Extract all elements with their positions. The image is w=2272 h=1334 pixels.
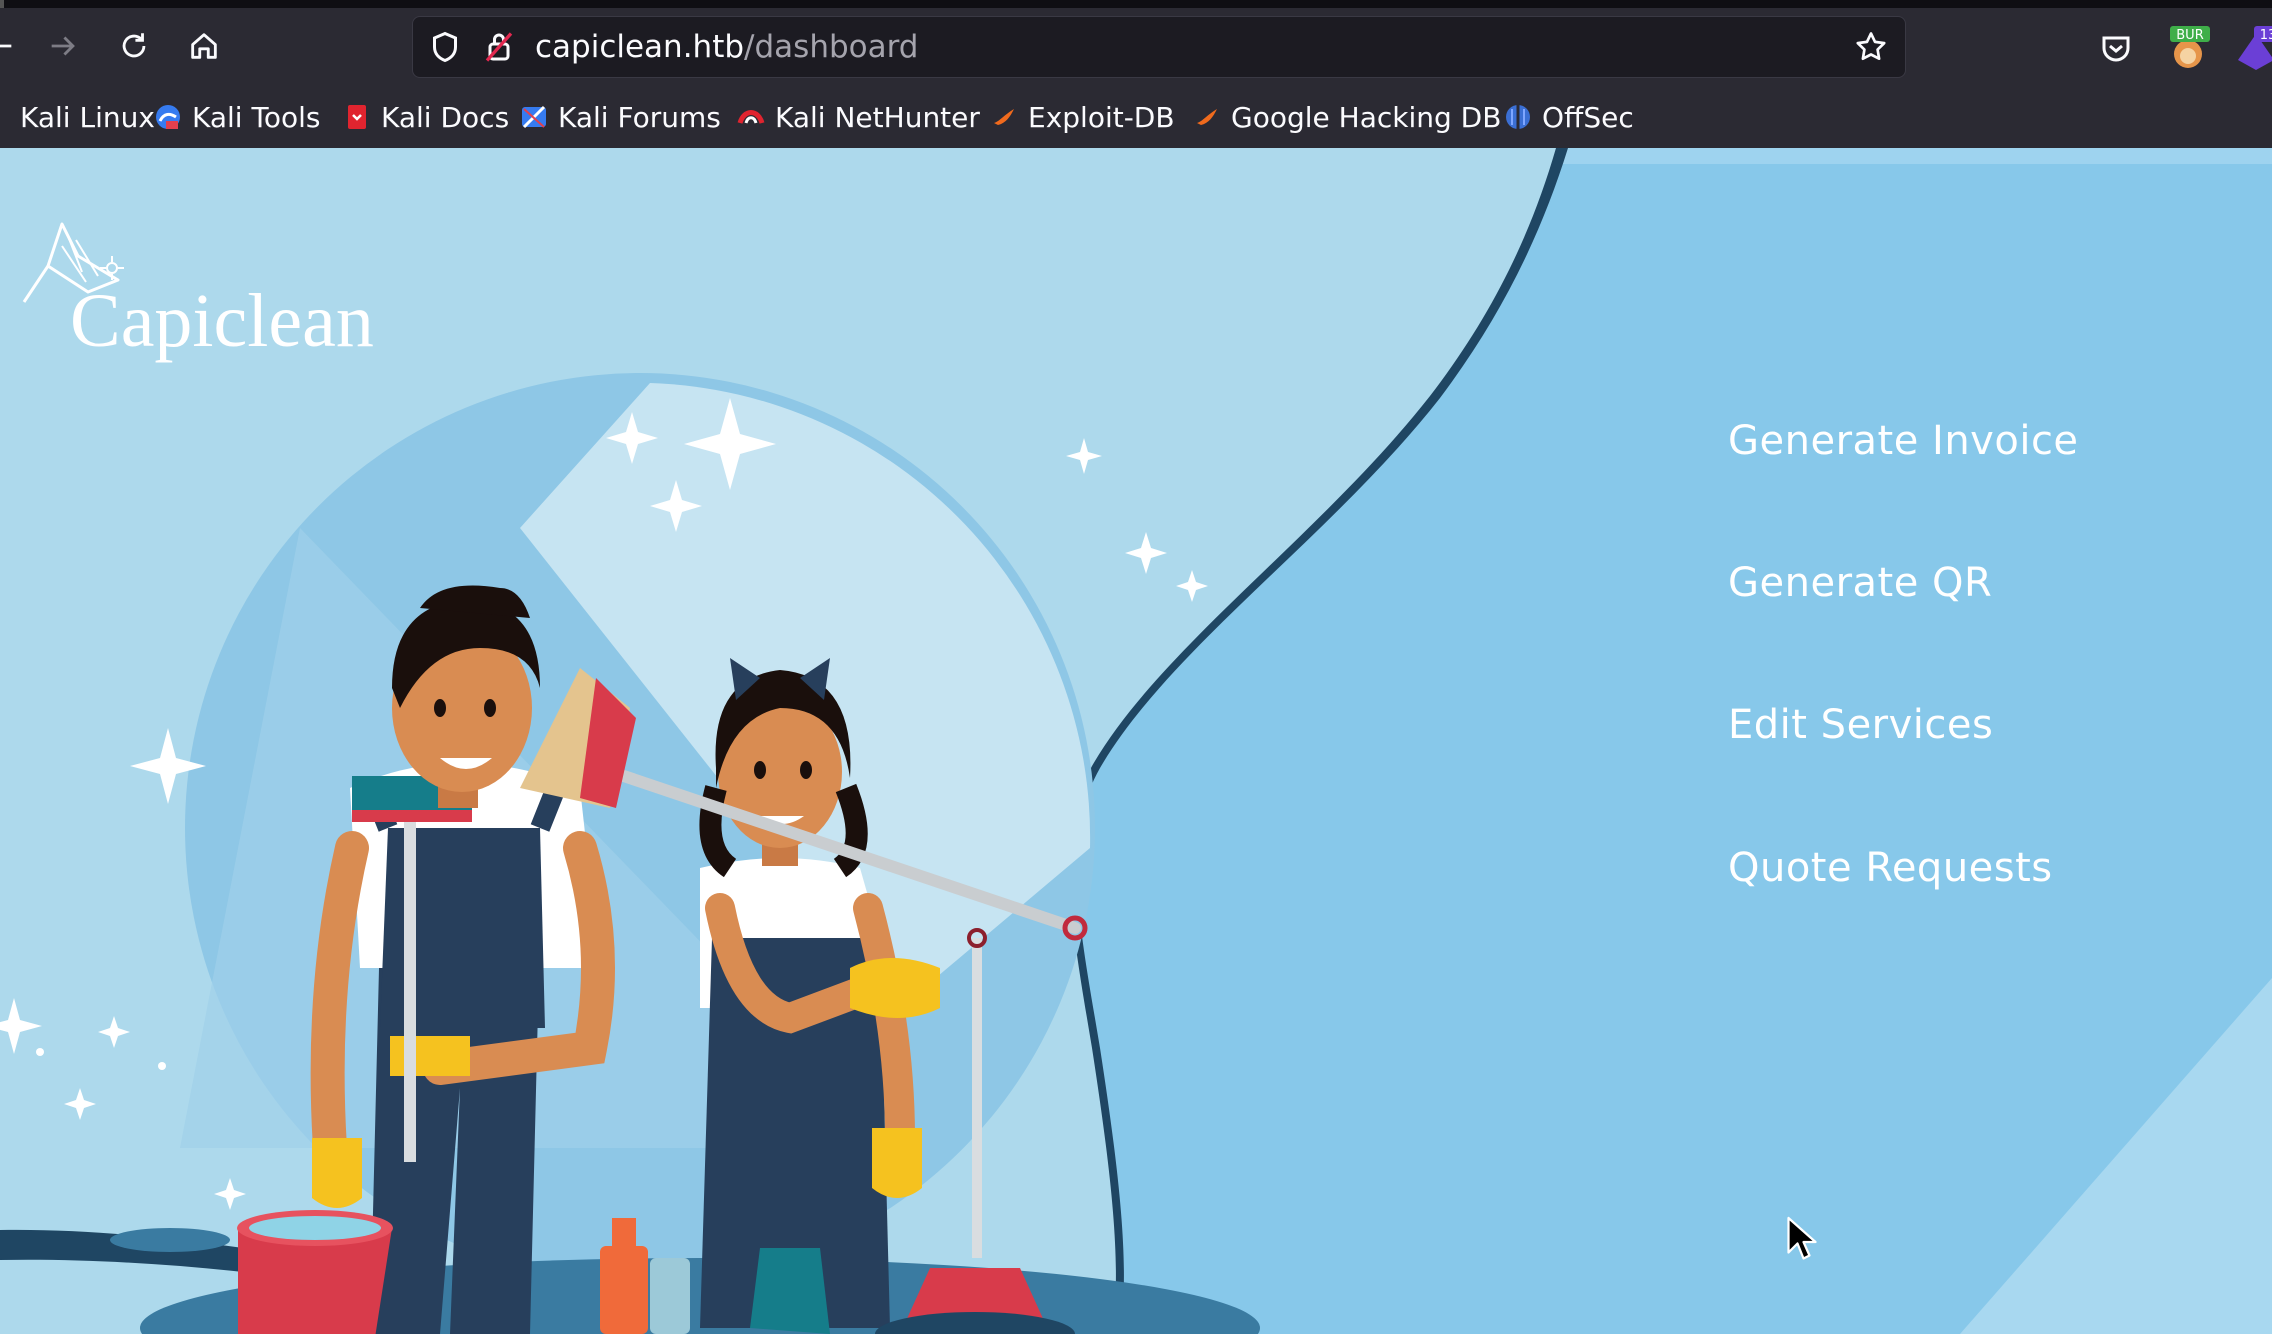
kali-tools-favicon: [156, 105, 180, 129]
reload-button[interactable]: [106, 18, 162, 74]
url-host: capiclean.htb: [535, 29, 745, 65]
burp-badge-text: BUR: [2176, 28, 2203, 43]
reload-icon: [122, 33, 146, 58]
bookmark-label: OffSec: [1542, 100, 1634, 134]
bookmark-kali-docs[interactable]: Kali Docs: [343, 94, 509, 140]
bookmark-kali-tools[interactable]: Kali Tools: [154, 94, 320, 140]
window-top-edge: [0, 0, 2272, 8]
kali-docs-favicon: [348, 105, 366, 129]
bookmark-label: Exploit-DB: [1028, 100, 1175, 134]
quote-requests-link[interactable]: Quote Requests: [1728, 845, 2053, 891]
bookmark-exploit-db[interactable]: Exploit-DB: [990, 94, 1175, 140]
bookmark-label: Kali NetHunter: [775, 100, 980, 134]
bookmark-label: Kali Forums: [558, 100, 721, 134]
url-text[interactable]: capiclean.htb/dashboard: [535, 17, 918, 77]
bookmark-kali-linux[interactable]: Kali Linux: [0, 94, 155, 140]
generate-invoice-link[interactable]: Generate Invoice: [1728, 418, 2079, 464]
insecure-lock-icon[interactable]: [481, 29, 517, 65]
forward-button[interactable]: [35, 18, 91, 74]
mouse-pointer-icon: [1787, 1216, 1817, 1260]
generate-qr-link[interactable]: Generate QR: [1728, 560, 1992, 606]
extension-count-text: 13: [2260, 28, 2272, 43]
bookmark-kali-forums[interactable]: Kali Forums: [520, 94, 721, 140]
bookmark-label: Google Hacking DB: [1231, 100, 1502, 134]
home-icon: [191, 33, 217, 59]
dashboard-page: Capiclean Generate Invoice Generate QR E…: [0, 148, 2272, 1334]
site-logo-text[interactable]: Capiclean: [70, 278, 374, 365]
forward-arrow-icon: [51, 36, 75, 56]
bookmark-kali-nethunter[interactable]: Kali NetHunter: [737, 94, 980, 140]
kali-nethunter-favicon: [737, 110, 765, 124]
edit-services-link[interactable]: Edit Services: [1728, 702, 1993, 748]
bookmark-label: Kali Docs: [381, 100, 510, 134]
url-path: /dashboard: [744, 29, 919, 65]
kali-forums-favicon: [522, 105, 546, 129]
pocket-icon[interactable]: [2088, 20, 2144, 76]
back-arrow-icon: [0, 44, 12, 48]
back-button[interactable]: [0, 18, 28, 74]
tracking-protection-shield-icon[interactable]: [427, 29, 463, 65]
navigation-toolbar: capiclean.htb/dashboard BUR 13: [0, 8, 2272, 86]
ghdb-favicon: [1197, 109, 1217, 125]
offsec-favicon: [1506, 105, 1530, 129]
bookmarks-toolbar: Kali Linux Kali Tools Kali Docs Kali For…: [0, 86, 2272, 148]
extension-badge-icon[interactable]: 13: [2228, 20, 2272, 76]
bookmark-offsec[interactable]: OffSec: [1504, 94, 1634, 140]
kali-linux-favicon: [0, 103, 10, 131]
bookmark-label: Kali Tools: [192, 100, 321, 134]
exploit-db-favicon: [994, 109, 1014, 125]
home-button[interactable]: [176, 18, 232, 74]
bookmark-google-hacking-db[interactable]: Google Hacking DB: [1193, 94, 1501, 140]
bookmark-star-icon[interactable]: [1853, 29, 1889, 65]
bookmark-label: Kali Linux: [20, 100, 155, 134]
foxyproxy-extension-icon[interactable]: BUR: [2160, 20, 2216, 76]
address-bar[interactable]: capiclean.htb/dashboard: [412, 16, 1906, 78]
